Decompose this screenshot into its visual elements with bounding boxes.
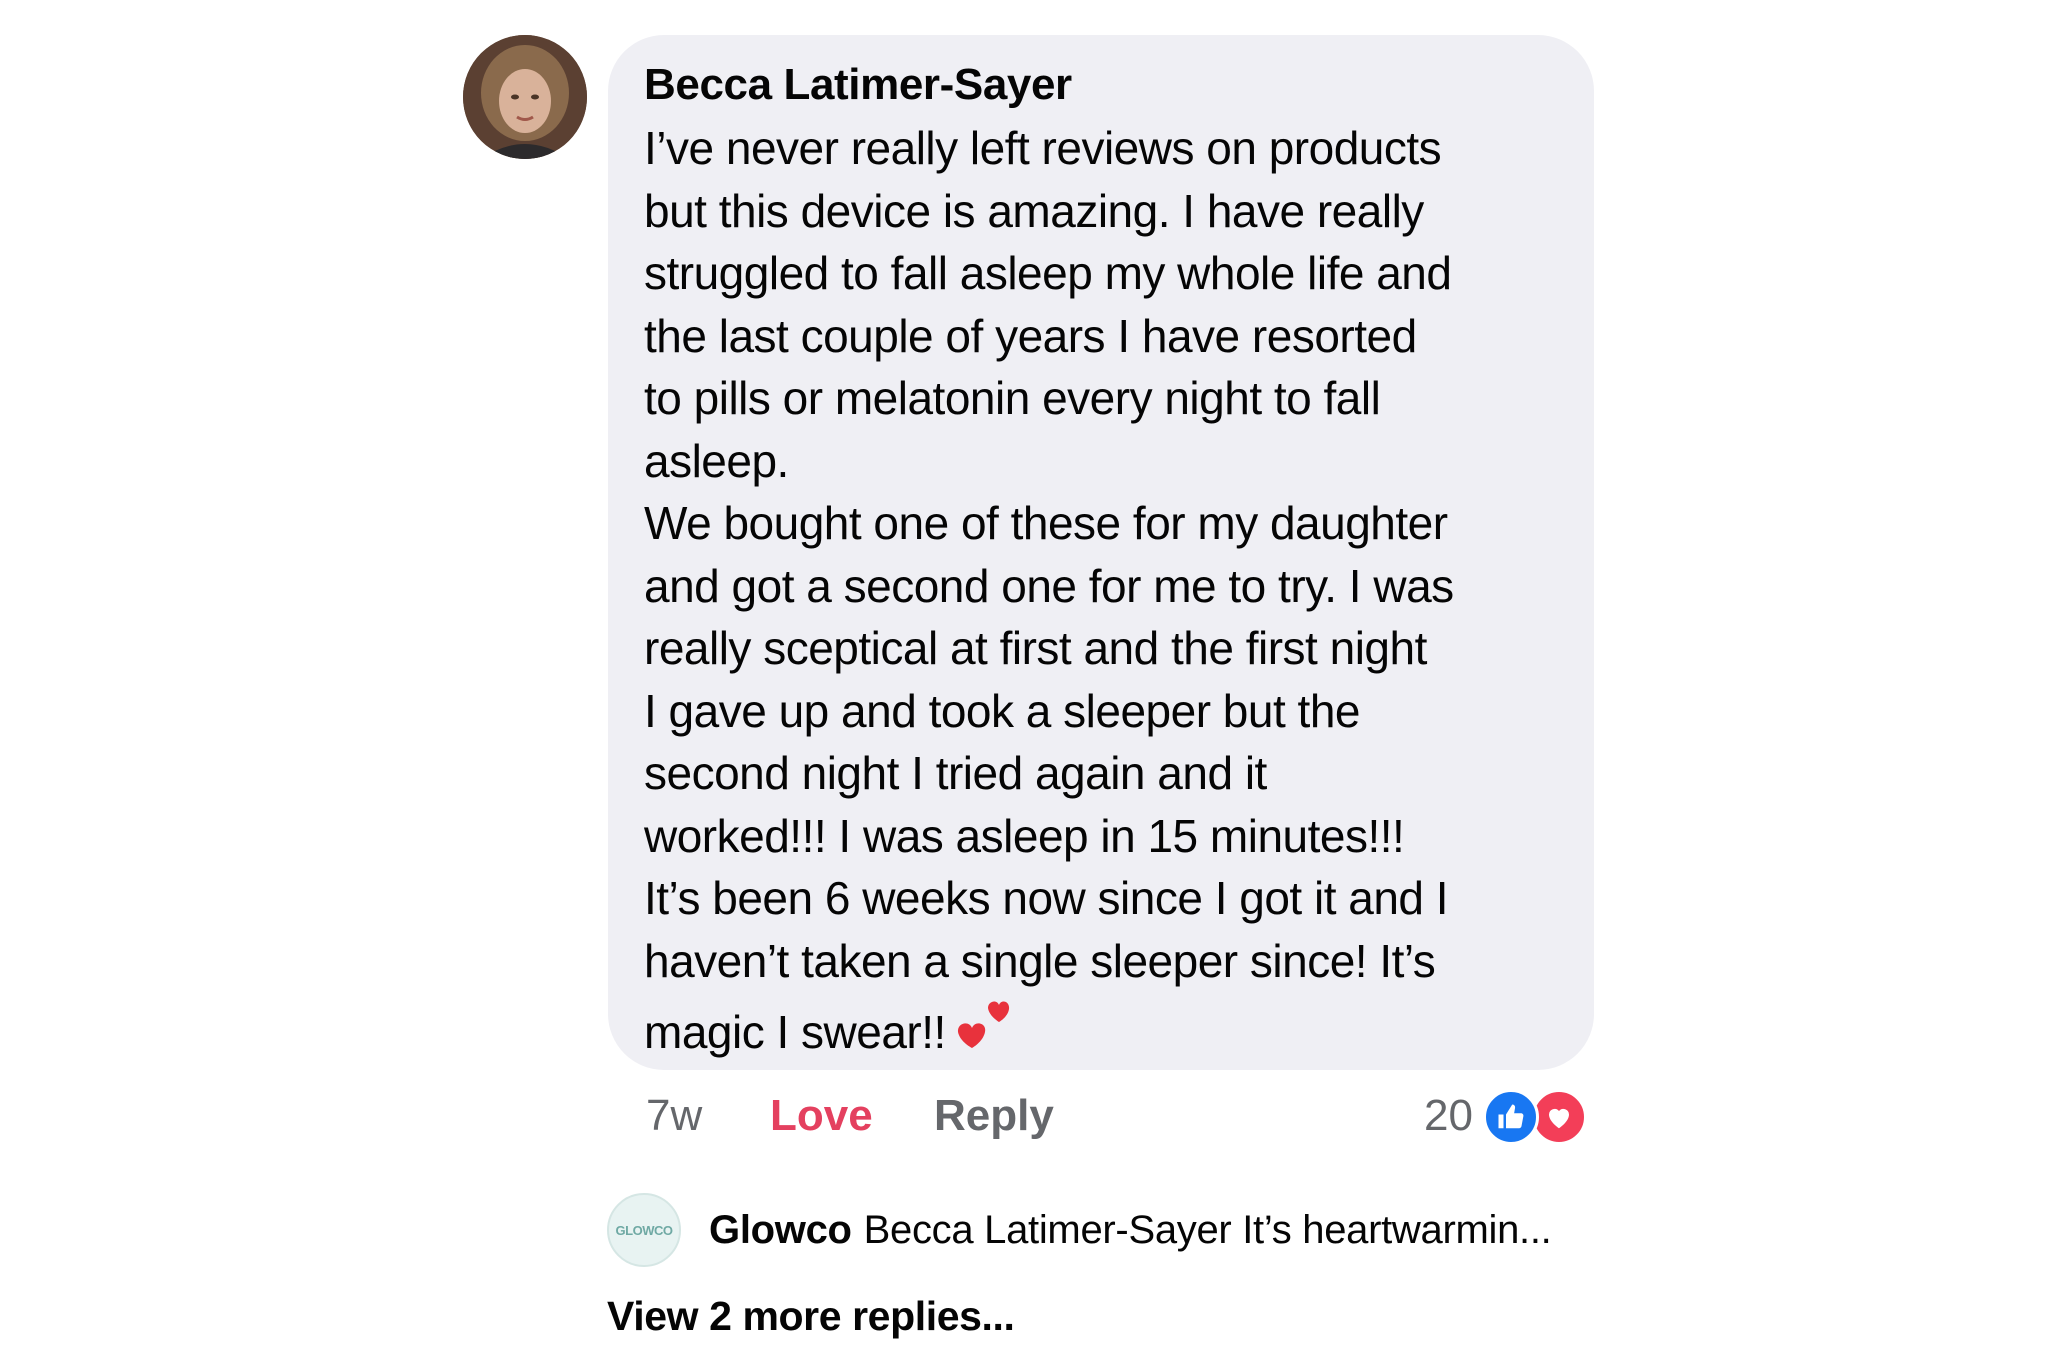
reply-preview-text: Becca Latimer-Sayer It’s heartwarmin...	[863, 1207, 1552, 1252]
reactions-summary[interactable]: 20	[1424, 1084, 1587, 1148]
heart-icon	[1530, 1089, 1587, 1145]
avatar-photo	[463, 35, 587, 159]
reaction-icons	[1482, 1089, 1587, 1145]
reply-avatar-logo: GLOWCO	[615, 1222, 673, 1238]
reaction-count: 20	[1424, 1091, 1473, 1140]
love-button[interactable]: Love	[770, 1082, 873, 1150]
two-hearts-icon	[957, 1001, 1009, 1048]
reply-author[interactable]: Glowco	[709, 1208, 852, 1252]
author-avatar[interactable]	[463, 35, 587, 159]
comment-bubble: Becca Latimer-Sayer I’ve never really le…	[608, 35, 1594, 1070]
reply-button[interactable]: Reply	[934, 1082, 1054, 1150]
comment-text: I’ve never really left reviews on produc…	[644, 117, 1558, 1064]
reply-avatar[interactable]: GLOWCO	[607, 1193, 681, 1267]
view-more-replies-link[interactable]: View 2 more replies...	[607, 1286, 1015, 1346]
reply-text[interactable]: Glowco Becca Latimer-Sayer It’s heartwarm…	[709, 1207, 1552, 1253]
comment-time[interactable]: 7w	[646, 1082, 702, 1150]
reply-preview[interactable]: GLOWCO Glowco Becca Latimer-Sayer It’s he…	[607, 1192, 1552, 1268]
like-icon	[1482, 1089, 1539, 1145]
comment-body-text: I’ve never really left reviews on produc…	[644, 122, 1454, 1058]
comment-author[interactable]: Becca Latimer-Sayer	[644, 55, 1558, 115]
